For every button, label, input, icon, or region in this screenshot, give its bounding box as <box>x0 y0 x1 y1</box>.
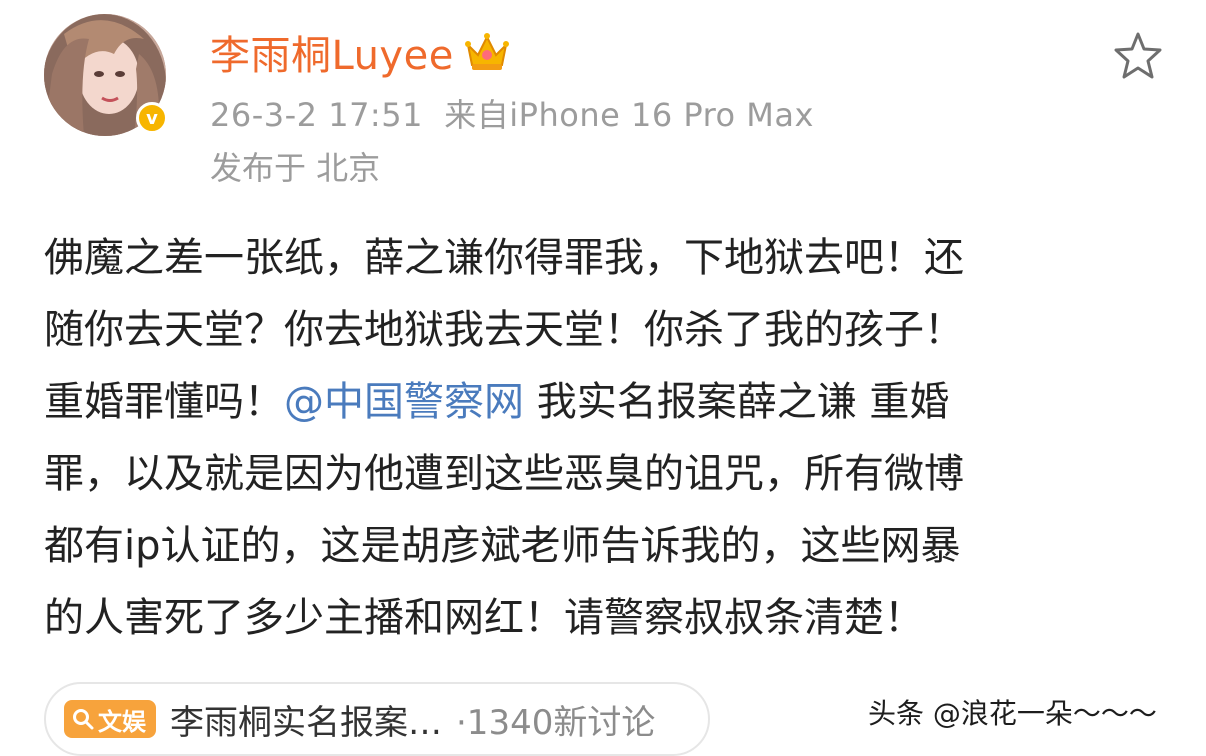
post-location: 发布于 北京 <box>210 149 381 187</box>
star-outline-icon[interactable] <box>1112 30 1164 82</box>
post-line: 佛魔之差一张纸，薛之谦你得罪我，下地狱去吧！还 <box>44 235 964 281</box>
search-icon <box>73 709 94 730</box>
topic-title: 李雨桐实名报案… <box>170 702 442 743</box>
post-line: 都有ip认证的，这是胡彦斌老师告诉我的，这些网暴 <box>44 523 961 569</box>
verified-mark: v <box>146 107 158 129</box>
mention-link[interactable]: @中国警察网 <box>284 379 524 425</box>
post-line: 随你去天堂？你去地狱我去天堂！你杀了我的孩子！ <box>44 307 964 353</box>
post-line: 重婚罪懂吗！@中国警察网 我实名报案薛之谦 重婚 <box>44 366 1169 438</box>
topic-badge: 文娱 <box>64 700 156 738</box>
post-meta: 26-3-2 17:51 来自iPhone 16 Pro Max <box>210 90 814 136</box>
topic-badge-label: 文娱 <box>98 707 146 736</box>
avatar-container[interactable]: v <box>44 14 168 136</box>
post-text: 重婚罪懂吗！ <box>44 379 284 425</box>
post-time: 26-3-2 17:51 <box>210 96 423 134</box>
post-line: 罪，以及就是因为他遭到这些恶臭的诅咒，所有微博 <box>44 451 964 497</box>
username-row: 李雨桐Luyee <box>210 24 510 80</box>
verified-badge-icon: v <box>136 102 168 134</box>
topic-chip[interactable]: 文娱 李雨桐实名报案… ·1340新讨论 <box>44 682 710 756</box>
watermark-text: 头条 @浪花一朵～～～ <box>868 697 1157 730</box>
crown-icon <box>464 33 509 70</box>
topic-count: ·1340新讨论 <box>456 702 656 743</box>
username-link[interactable]: 李雨桐Luyee <box>210 23 454 81</box>
post-line: 的人害死了多少主播和网红！请警察叔叔条清楚！ <box>44 595 924 641</box>
post-text: 我实名报案薛之谦 重婚 <box>524 379 950 425</box>
post-source[interactable]: 来自iPhone 16 Pro Max <box>444 96 814 134</box>
post-body: 佛魔之差一张纸，薛之谦你得罪我，下地狱去吧！还 随你去天堂？你去地狱我去天堂！你… <box>44 222 1169 654</box>
